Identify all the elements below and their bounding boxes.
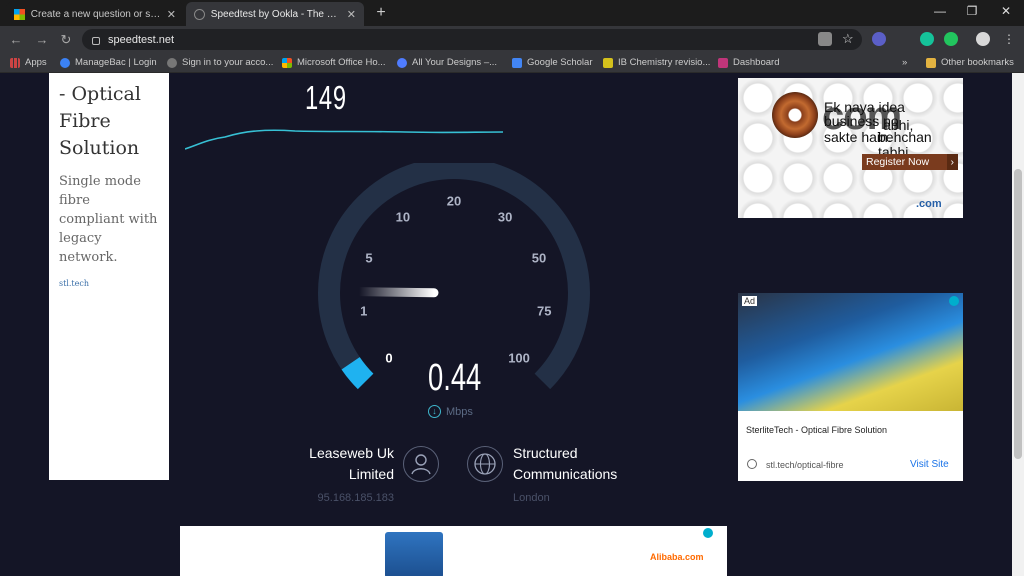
- globe-icon: [467, 446, 503, 482]
- address-bar[interactable]: speedtest.net: [82, 29, 862, 50]
- bottom-ad[interactable]: Alibaba.com: [180, 526, 727, 576]
- scrollbar-thumb[interactable]: [1014, 169, 1022, 459]
- toolbar: ← → ↻ speedtest.net ☆ ⋮: [0, 26, 1024, 53]
- scholar-icon: [512, 57, 522, 68]
- restore-icon[interactable]: ❐: [962, 4, 982, 18]
- folder-icon: [926, 57, 936, 68]
- bookmarks-bar: Apps ManageBac | Login Sign in to your a…: [0, 53, 1024, 73]
- minimize-icon[interactable]: —: [930, 4, 950, 18]
- window-close-icon[interactable]: ✕: [996, 4, 1016, 18]
- speed-graph: [185, 129, 504, 150]
- tab-strip: Create a new question or start a ✕ Speed…: [0, 0, 1024, 26]
- gauge-tick-label: 1: [360, 303, 368, 319]
- isp-name: Leaseweb Uk Limited: [309, 445, 394, 482]
- ad-domain: .com: [916, 198, 942, 210]
- gauge-tick-label: 50: [531, 250, 547, 266]
- speed-unit: ↓ Mbps: [428, 405, 473, 418]
- page-content: - Optical Fibre Solution Single mode fib…: [0, 73, 1012, 576]
- canva-icon: [397, 57, 407, 68]
- gauge-needle: [354, 287, 439, 298]
- download-speed-value: 0.44: [428, 357, 482, 399]
- shield-icon[interactable]: [944, 32, 958, 46]
- tab-title: Create a new question or start a: [30, 8, 161, 20]
- register-now-button[interactable]: Register Now ›: [862, 154, 958, 170]
- ad-brand: Alibaba.com: [650, 552, 704, 562]
- fibre-cables-image: [738, 293, 963, 411]
- ad-title[interactable]: SterliteTech - Optical Fibre Solution: [746, 425, 887, 435]
- server-name: Structured Communications: [513, 445, 618, 482]
- tab-speedtest[interactable]: Speedtest by Ookla - The Globa ✕: [186, 2, 364, 26]
- bookmark-other[interactable]: Other bookmarks: [926, 57, 1014, 68]
- bookmark-ib-chemistry[interactable]: IB Chemistry revisio...: [603, 57, 710, 68]
- isp-info: Leaseweb Uk Limited 95.168.185.183: [290, 443, 394, 509]
- close-icon[interactable]: ✕: [347, 8, 356, 21]
- bookmark-signin[interactable]: Sign in to your acco...: [167, 57, 273, 68]
- forward-icon[interactable]: →: [34, 32, 50, 47]
- server-info[interactable]: Structured Communications London: [513, 443, 683, 509]
- microsoft-icon: [14, 8, 25, 20]
- microsoft-icon: [282, 57, 292, 68]
- person-icon: [403, 446, 439, 482]
- apps-grid-icon: [10, 57, 20, 68]
- new-tab-icon[interactable]: +: [372, 4, 390, 22]
- upload-speed-value: 149: [305, 79, 347, 116]
- gauge-tick-label: 20: [446, 193, 462, 209]
- bookmark-managebac[interactable]: ManageBac | Login: [60, 57, 157, 68]
- menu-icon[interactable]: ⋮: [1002, 32, 1016, 46]
- chevron-right-icon: ›: [946, 154, 958, 170]
- bookmarks-overflow[interactable]: »: [902, 57, 907, 68]
- gauge-fill: [341, 356, 374, 390]
- back-icon[interactable]: ←: [8, 32, 24, 47]
- bookmark-designs[interactable]: All Your Designs –...: [397, 57, 497, 68]
- gauge-tick-label: 10: [395, 209, 411, 224]
- brand-logo: [772, 92, 818, 138]
- bookmark-scholar[interactable]: Google Scholar: [512, 57, 592, 68]
- gauge-tick-label: 30: [497, 209, 513, 224]
- reload-icon[interactable]: ↻: [58, 32, 74, 48]
- right-ad-bottom[interactable]: Ad SterliteTech - Optical Fibre Solution…: [738, 293, 963, 481]
- lock-icon: [92, 36, 100, 45]
- url-text: speedtest.net: [108, 33, 175, 46]
- left-ad[interactable]: - Optical Fibre Solution Single mode fib…: [49, 73, 169, 480]
- globe-icon: [747, 459, 757, 469]
- ad-line: business no: [824, 113, 899, 129]
- gauge-tick-label: 75: [536, 303, 552, 319]
- speed-line: [185, 129, 504, 150]
- bookmark-apps[interactable]: Apps: [10, 57, 47, 68]
- gauge-tick-label: 0: [385, 350, 393, 366]
- bookmark-dashboard[interactable]: Dashboard: [718, 57, 779, 68]
- close-icon[interactable]: ✕: [167, 8, 176, 21]
- ad-headline: - Optical Fibre Solution: [59, 83, 141, 159]
- visit-site-button[interactable]: Visit Site: [910, 459, 949, 470]
- ad-badge: Ad: [742, 296, 758, 306]
- tab-create-question[interactable]: Create a new question or start a ✕: [6, 2, 184, 26]
- adchoices-icon[interactable]: [949, 296, 959, 306]
- dashboard-icon: [718, 57, 728, 68]
- star-icon[interactable]: ☆: [842, 32, 856, 46]
- ib-icon: [603, 57, 613, 68]
- battery-image: [385, 532, 443, 576]
- server-location: London: [513, 492, 550, 504]
- scrollbar[interactable]: [1012, 73, 1024, 576]
- managebac-icon: [60, 57, 70, 68]
- ad-body: Single mode fibre compliant with legacy …: [59, 174, 158, 265]
- isp-ip: 95.168.185.183: [317, 492, 394, 504]
- tab-title: Speedtest by Ookla - The Globa: [210, 8, 341, 20]
- adchoices-icon[interactable]: [703, 528, 713, 538]
- ad-link[interactable]: stl.tech: [59, 279, 159, 288]
- right-ad-top[interactable]: com Ek naya idea abhi, business no behch…: [738, 78, 963, 218]
- download-arrow-icon: ↓: [428, 405, 441, 418]
- cookie-icon[interactable]: [818, 32, 832, 46]
- gauge-tick-label: 100: [508, 350, 530, 366]
- avatar[interactable]: [976, 32, 990, 46]
- speedtest-icon: [194, 8, 205, 20]
- ad-url: stl.tech/optical-fibre: [766, 460, 844, 470]
- ad-line: sakte hain.: [824, 129, 892, 145]
- globe-icon: [167, 57, 177, 68]
- bookmark-office[interactable]: Microsoft Office Ho...: [282, 57, 386, 68]
- gauge-tick-label: 5: [365, 250, 373, 266]
- extension-icon[interactable]: [872, 32, 886, 46]
- grammarly-icon[interactable]: [920, 32, 934, 46]
